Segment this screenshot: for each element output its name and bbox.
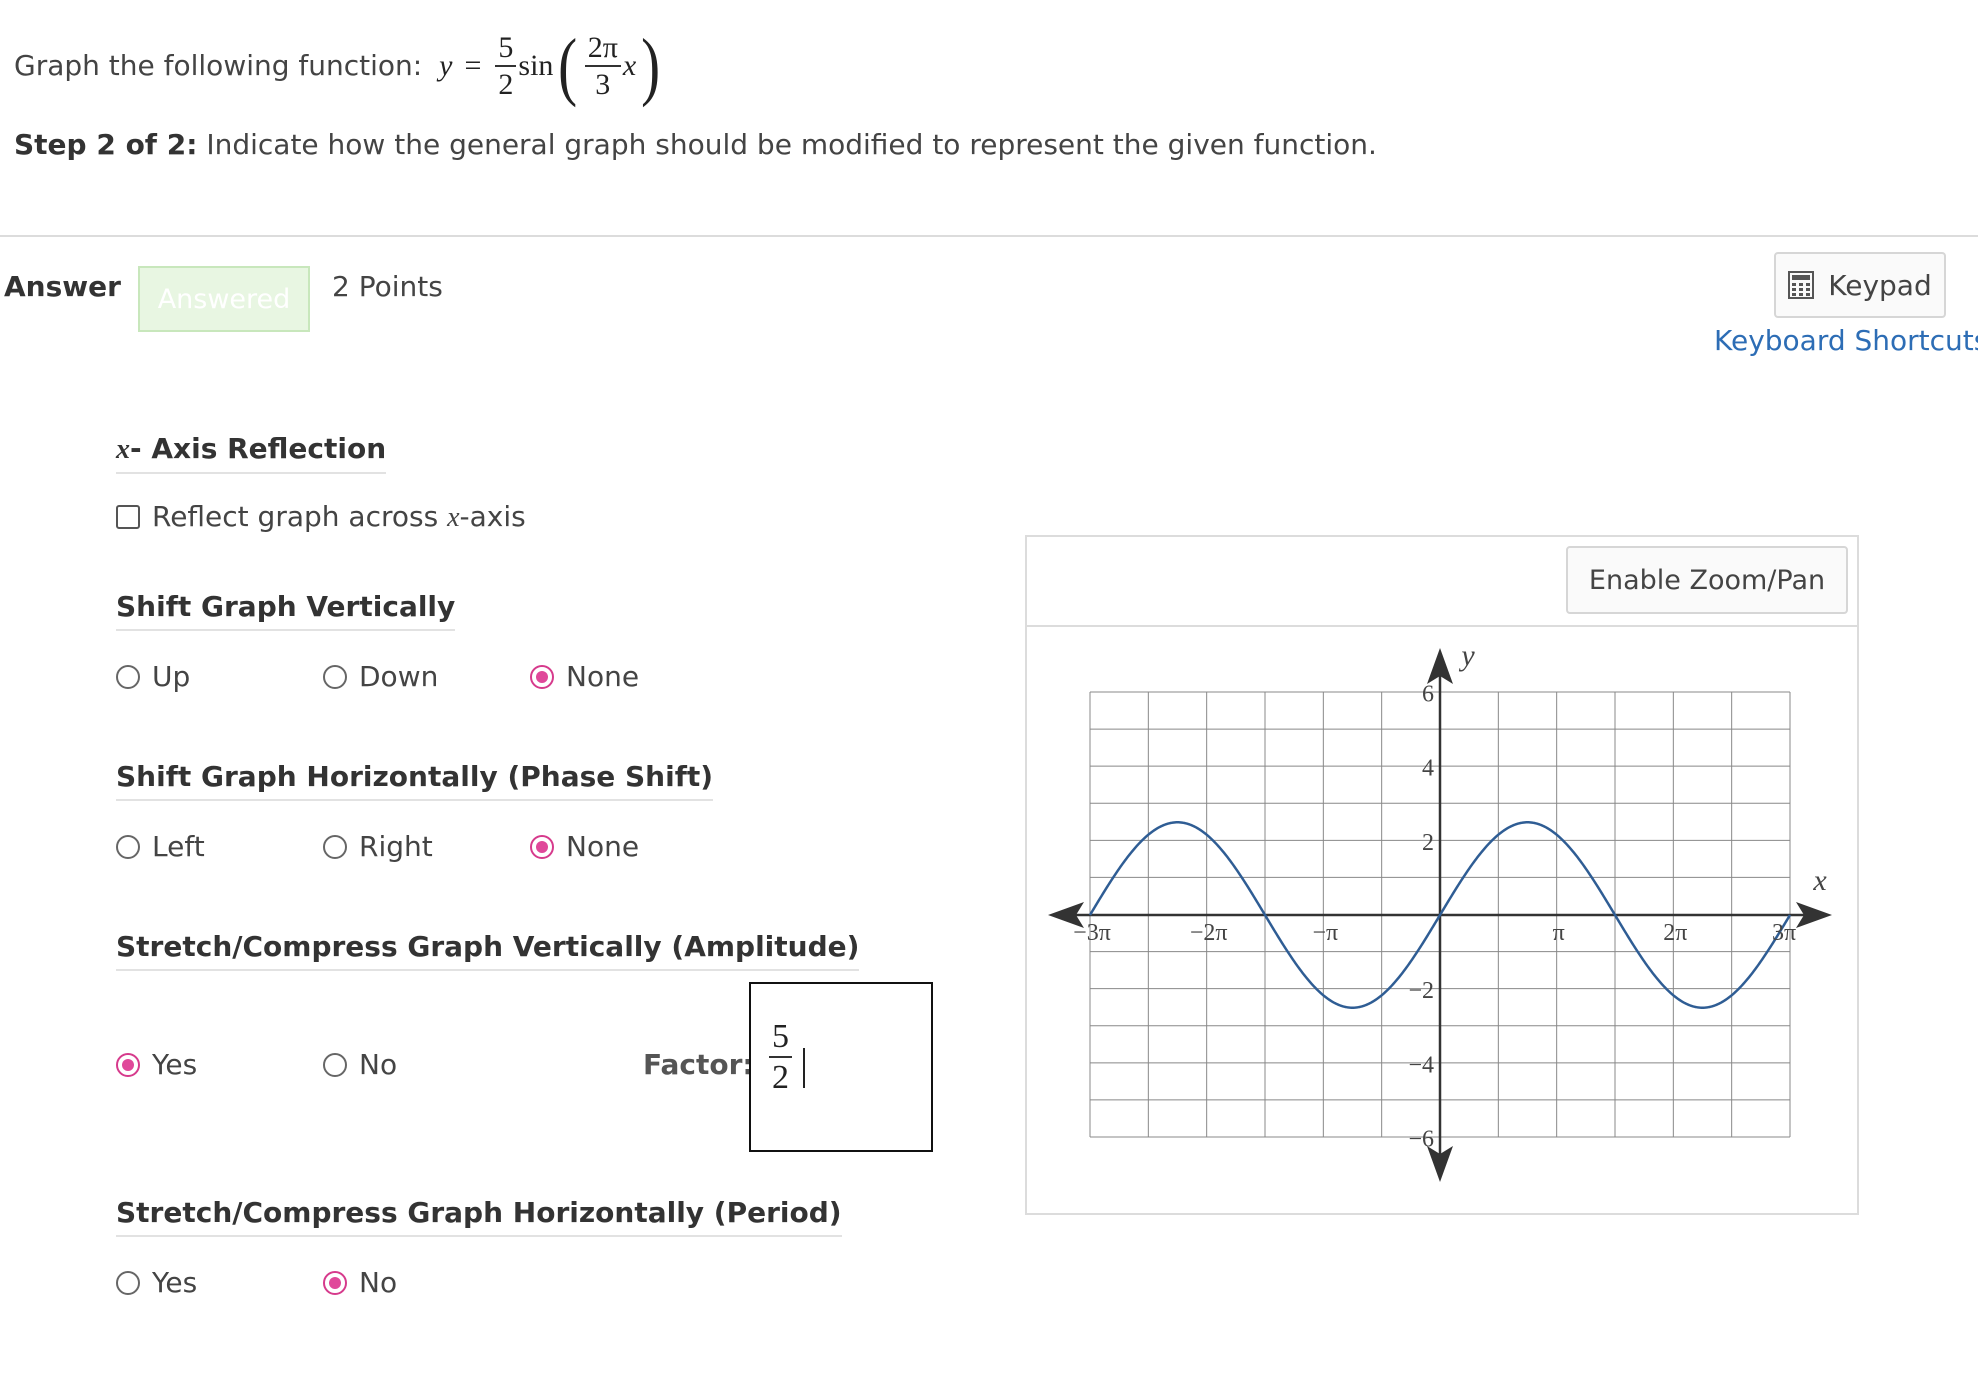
y-tick-label: 2 [1422, 830, 1434, 856]
reflect-label: Reflect graph across x-axis [152, 500, 526, 533]
horizontal-shift-left[interactable]: Left [116, 830, 205, 863]
reflection-title-text: - Axis Reflection [130, 432, 387, 465]
question-prompt: Graph the following function: y = 5 2 si… [14, 28, 666, 104]
factor-fraction: 5 2 [769, 1020, 792, 1095]
left-paren: ( [558, 24, 578, 108]
option-label: None [566, 660, 640, 693]
period-no[interactable]: No [323, 1266, 397, 1299]
right-paren: ) [641, 24, 661, 108]
equals-sign: = [464, 49, 482, 82]
option-label: Left [152, 830, 205, 863]
amplitude-numerator: 5 [495, 32, 517, 67]
option-label: Down [359, 660, 439, 693]
radio-no-selected[interactable] [323, 1270, 347, 1295]
y-tick-label: 4 [1422, 756, 1434, 782]
vertical-shift-title: Shift Graph Vertically [116, 590, 456, 631]
keyboard-shortcuts-link[interactable]: Keyboard Shortcuts [1714, 324, 1978, 357]
option-label: Yes [152, 1266, 198, 1299]
enable-zoom-pan-button[interactable]: Enable Zoom/Pan [1566, 546, 1848, 614]
amplitude-denominator: 2 [498, 67, 514, 101]
step-instructions: Step 2 of 2: Indicate how the general gr… [14, 128, 1377, 161]
y-tick-label: −4 [1408, 1052, 1434, 1078]
reflection-title-var: x [116, 434, 130, 465]
divider [0, 235, 1978, 237]
factor-denominator: 2 [772, 1059, 789, 1096]
x-tick-label: 3π [1772, 920, 1796, 946]
keypad-label: Keypad [1828, 268, 1932, 302]
option-label: Yes [152, 1048, 198, 1081]
step-label: Step 2 of 2: [14, 128, 198, 161]
horizontal-shift-right[interactable]: Right [323, 830, 433, 863]
option-label: Right [359, 830, 433, 863]
y-variable: y [439, 49, 453, 82]
prompt-text: Graph the following function: [14, 49, 423, 82]
horizontal-shift-none[interactable]: None [530, 830, 639, 863]
sine-function: sin [518, 49, 554, 82]
reflect-checkbox[interactable] [116, 505, 140, 529]
option-label: None [566, 830, 640, 863]
answer-label: Answer [4, 270, 121, 303]
horizontal-shift-title: Shift Graph Horizontally (Phase Shift) [116, 760, 714, 801]
points-label: 2 Points [332, 270, 443, 303]
text-caret [803, 1048, 805, 1088]
keypad-button[interactable]: Keypad [1774, 252, 1946, 318]
x-tick-label: 2π [1663, 920, 1687, 946]
status-badge: Answered [138, 266, 310, 332]
radio-left[interactable] [116, 834, 140, 859]
amplitude-yes[interactable]: Yes [116, 1048, 197, 1081]
y-tick-label: −2 [1408, 978, 1434, 1004]
x-axis-label: x [1812, 864, 1827, 897]
x-tick-label: −π [1313, 920, 1339, 946]
y-tick-label: 6 [1422, 682, 1434, 708]
x-tick-label: −3π [1073, 920, 1111, 946]
radio-down[interactable] [323, 664, 347, 689]
y-axis-label: y [1458, 639, 1475, 672]
step-text: Indicate how the general graph should be… [206, 128, 1377, 161]
y-tick-label: −6 [1408, 1127, 1434, 1153]
radio-none-selected[interactable] [530, 834, 554, 859]
reflection-section-title: x- Axis Reflection [116, 432, 387, 474]
factor-label: Factor: [643, 1048, 754, 1081]
inner-denominator: 3 [595, 67, 611, 101]
x-tick-label: −2π [1190, 920, 1228, 946]
x-variable: x [622, 49, 637, 82]
function-expression: y = 5 2 sin ( 2π 3 x ) [431, 28, 665, 104]
amplitude-fraction: 5 2 [495, 32, 517, 101]
option-label: No [359, 1266, 398, 1299]
amplitude-title: Stretch/Compress Graph Vertically (Ampli… [116, 930, 860, 971]
radio-yes[interactable] [116, 1270, 140, 1295]
radio-up[interactable] [116, 664, 140, 689]
amplitude-no[interactable]: No [323, 1048, 397, 1081]
option-label: Up [152, 660, 191, 693]
radio-no[interactable] [323, 1052, 347, 1077]
vertical-shift-up[interactable]: Up [116, 660, 190, 693]
radio-yes-selected[interactable] [116, 1052, 140, 1077]
radio-none-selected[interactable] [530, 664, 554, 689]
factor-numerator: 5 [769, 1020, 792, 1058]
calculator-icon [1788, 271, 1815, 299]
vertical-shift-down[interactable]: Down [323, 660, 438, 693]
vertical-shift-none[interactable]: None [530, 660, 639, 693]
inner-numerator: 2π [584, 32, 621, 67]
graph-canvas[interactable]: −3π −2π −π π 2π 3π 6 4 2 −2 −4 −6 x y [1027, 627, 1857, 1213]
period-yes[interactable]: Yes [116, 1266, 197, 1299]
radio-right[interactable] [323, 834, 347, 859]
inner-fraction: 2π 3 [584, 32, 621, 101]
period-title: Stretch/Compress Graph Horizontally (Per… [116, 1196, 842, 1237]
factor-input[interactable]: 5 2 [749, 982, 933, 1152]
x-tick-label: π [1553, 920, 1565, 946]
option-label: No [359, 1048, 398, 1081]
reflect-option[interactable]: Reflect graph across x-axis [116, 500, 526, 534]
